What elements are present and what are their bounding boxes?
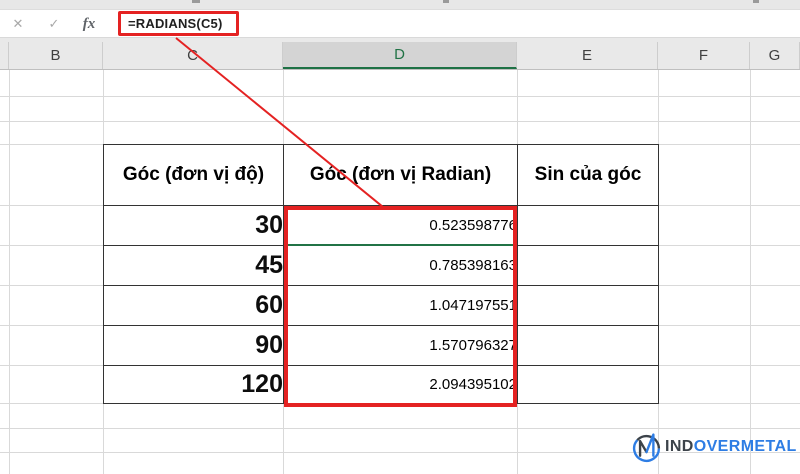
cell-sin[interactable]	[517, 325, 659, 366]
column-header-b[interactable]: B	[9, 42, 103, 69]
cell-radians[interactable]: 2.094395102	[283, 365, 518, 404]
column-header-d[interactable]: D	[283, 42, 517, 69]
ribbon-fragment	[192, 0, 200, 3]
ribbon-fragment	[443, 0, 449, 3]
table-row: 45 0.785398163	[103, 245, 659, 286]
cell-degrees[interactable]: 60	[103, 285, 284, 326]
formula-bar: ✕ ✓ fx =RADIANS(C5)	[0, 11, 800, 38]
watermark-text-dark: IND	[665, 438, 694, 455]
cancel-icon[interactable]: ✕	[0, 16, 36, 32]
table-row: 60 1.047197551	[103, 285, 659, 326]
cell-sin[interactable]	[517, 245, 659, 286]
enter-icon[interactable]: ✓	[36, 16, 72, 32]
cell-sin[interactable]	[517, 285, 659, 326]
cell-degrees[interactable]: 30	[103, 205, 284, 246]
ribbon-strip	[0, 0, 800, 10]
watermark: INDOVERMETAL	[630, 430, 797, 464]
column-header-row: B C D E F G	[0, 38, 800, 70]
header-cell-degrees[interactable]: Góc (đơn vị độ)	[103, 144, 284, 206]
column-header-g[interactable]: G	[750, 42, 800, 69]
header-cell-radians[interactable]: Góc (đơn vị Radian)	[283, 144, 518, 206]
cell-radians[interactable]: 0.523598776	[283, 205, 518, 246]
column-header-e[interactable]: E	[517, 42, 658, 69]
formula-input[interactable]: =RADIANS(C5)	[118, 11, 239, 36]
column-header-a[interactable]	[0, 42, 9, 69]
angle-conversion-table: Góc (đơn vị độ) Góc (đơn vị Radian) Sin …	[103, 144, 659, 404]
watermark-text-blue: OVERMETAL	[693, 438, 797, 455]
indovermetal-logo-icon	[632, 433, 661, 462]
table-header-row: Góc (đơn vị độ) Góc (đơn vị Radian) Sin …	[103, 144, 659, 206]
table-row: 30 0.523598776	[103, 205, 659, 246]
cell-degrees[interactable]: 90	[103, 325, 284, 366]
cell-sin[interactable]	[517, 365, 659, 404]
watermark-text: INDOVERMETAL	[665, 438, 797, 456]
table-row: 120 2.094395102	[103, 365, 659, 404]
header-cell-sin[interactable]: Sin của góc	[517, 144, 659, 206]
cell-degrees[interactable]: 45	[103, 245, 284, 286]
cell-degrees[interactable]: 120	[103, 365, 284, 404]
cell-radians[interactable]: 0.785398163	[283, 245, 518, 286]
cell-radians[interactable]: 1.570796327	[283, 325, 518, 366]
ribbon-fragment	[753, 0, 759, 3]
column-header-f[interactable]: F	[658, 42, 750, 69]
insert-function-icon[interactable]: fx	[72, 16, 106, 33]
cell-sin[interactable]	[517, 205, 659, 246]
table-row: 90 1.570796327	[103, 325, 659, 366]
excel-screenshot: ✕ ✓ fx =RADIANS(C5) B C D E F G Góc (đơn…	[0, 0, 800, 474]
cell-radians[interactable]: 1.047197551	[283, 285, 518, 326]
column-header-c[interactable]: C	[103, 42, 283, 69]
